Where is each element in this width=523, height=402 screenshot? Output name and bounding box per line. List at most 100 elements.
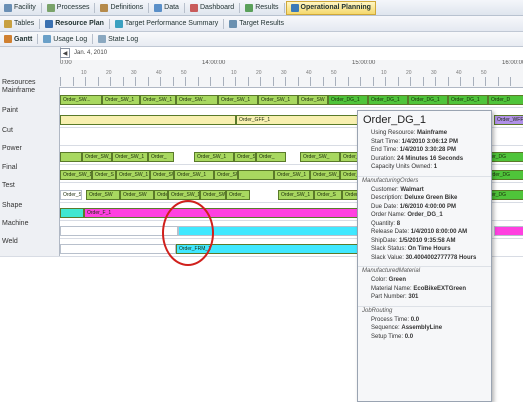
gantt-segment[interactable]: Order_DG_1 — [448, 95, 488, 105]
gantt-segment[interactable]: Order_SW... — [176, 95, 218, 105]
gantt-segment[interactable]: Order_SW_1 — [168, 190, 200, 200]
tooltip-value: 1/4/2010 3:06:12 PM — [402, 139, 458, 145]
subbar-tab-target-results[interactable]: Target Results — [225, 16, 288, 31]
subbar-tab-target-performance-summary[interactable]: Target Performance Summary — [111, 16, 222, 31]
subbar-tab-label: Resource Plan — [55, 20, 104, 27]
tooltip-line: Part Number: 301 — [358, 293, 491, 302]
menubar-tab-processes[interactable]: Processes — [43, 0, 94, 15]
tooltip-line: Description: Deluxe Green Bike — [358, 194, 491, 203]
gantt-segment[interactable]: Order_DG_1 — [328, 95, 368, 105]
gantt-segment[interactable]: Order_ — [148, 152, 174, 162]
axis-tick — [185, 77, 186, 86]
gantt-segment[interactable]: Order_SW_1 — [274, 170, 310, 180]
minute-label: 20 — [106, 70, 112, 76]
gantt-segment[interactable]: Order_SW_1 — [218, 95, 258, 105]
axis-tick — [323, 77, 324, 86]
gantt-segment[interactable]: Order_SW_1 — [258, 95, 298, 105]
gantt-segment[interactable]: Order_SW — [298, 95, 328, 105]
menubar-tab-data[interactable]: Data — [150, 0, 183, 15]
tooltip-value: Mainframe — [417, 130, 447, 136]
minute-label: 50 — [331, 70, 337, 76]
menubar-tab-operational-planning[interactable]: Operational Planning — [286, 1, 376, 15]
date-back-arrow-icon[interactable]: ◀ — [60, 48, 70, 58]
gantt-segment[interactable]: Order_SW_ — [82, 152, 112, 162]
subbar-tab-tables[interactable]: Tables — [0, 16, 38, 31]
gantt-segment[interactable]: Order_SW_1 — [102, 95, 140, 105]
gantt-segment[interactable]: Order_SW... — [60, 95, 102, 105]
tooltip-material-section: Color: GreenMaterial Name: EcoBikeEXTGre… — [358, 276, 491, 302]
gantt-segment[interactable]: Order_SW — [214, 170, 238, 180]
gantt-segment[interactable]: Order_SW_1 — [140, 95, 176, 105]
tooltip-line: ShipDate: 1/5/2010 9:35:58 AM — [358, 237, 491, 246]
gantt-segment[interactable]: Order_SW — [86, 190, 120, 200]
axis-tick — [260, 77, 261, 86]
gantt-segment[interactable] — [60, 115, 236, 125]
axis-tick — [223, 77, 224, 86]
processes-icon — [47, 4, 55, 12]
gantt-segment[interactable]: Order_SW — [200, 190, 226, 200]
tooltip-key: Capacity Units Owned: — [371, 164, 434, 170]
gantt-segment[interactable]: Order_ — [226, 190, 250, 200]
menubar-tab-facility[interactable]: Facility — [0, 0, 40, 15]
gantt-segment[interactable]: Order_SW — [120, 190, 154, 200]
axis-tick — [135, 77, 136, 86]
gantt-segment[interactable]: Order_S — [234, 152, 256, 162]
gantt-segment[interactable]: Order_SW_ — [310, 170, 340, 180]
tooltip-line: Material Name: EcoBikeEXTGreen — [358, 285, 491, 294]
tooltip-value: 30.4004002777778 Hours — [406, 255, 477, 261]
gantt-segment[interactable]: Order_SW — [150, 170, 174, 180]
tooltip-key: Process Time: — [371, 317, 411, 323]
gantt-segment[interactable]: Order_SW_1 — [116, 170, 150, 180]
gantt-segment[interactable]: Order_S — [92, 170, 116, 180]
gantt-segment[interactable]: Order_ — [154, 190, 168, 200]
gantt-segment[interactable] — [60, 152, 82, 162]
gantt-segment[interactable]: Order_F_1 — [84, 208, 364, 218]
minute-label: 50 — [481, 70, 487, 76]
gantt-segment[interactable] — [60, 226, 178, 236]
gantt-segment[interactable]: Order_ — [256, 152, 286, 162]
view-toolbar: GanttUsage LogState Log — [0, 32, 523, 47]
minute-label: 20 — [256, 70, 262, 76]
menubar-tab-label: Results — [255, 4, 278, 11]
viewbar-tab-gantt[interactable]: Gantt — [0, 32, 36, 46]
gantt-segment[interactable]: Order_GFF_1 — [236, 115, 364, 125]
gantt-segment[interactable]: Order_S — [314, 190, 342, 200]
gantt-segment[interactable]: Order_WFF_ — [494, 115, 523, 125]
gantt-segment[interactable]: Order_SW_1 — [174, 170, 214, 180]
gantt-segment[interactable]: Order_SW_ — [300, 152, 340, 162]
dashboard-icon — [190, 4, 198, 12]
gantt-segment[interactable]: Order_SW_1 — [112, 152, 148, 162]
axis-tick — [210, 77, 211, 86]
resources-header-label: Resources — [2, 79, 35, 86]
axis-tick — [448, 77, 449, 86]
operational-planning-icon — [291, 4, 299, 12]
hour-label: 16:00:00 — [502, 60, 523, 66]
menubar-separator — [239, 3, 240, 13]
tooltip-line: Using Resource: Mainframe — [358, 129, 491, 138]
gantt-segment[interactable]: Order_SW_1 — [278, 190, 314, 200]
gantt-segment[interactable]: Order_D — [488, 95, 523, 105]
gantt-segment[interactable]: Order_SW_1 — [60, 170, 92, 180]
axis-tick — [60, 77, 61, 86]
subbar-tab-resource-plan[interactable]: Resource Plan — [41, 16, 108, 31]
axis-tick — [73, 77, 74, 86]
gantt-segment[interactable] — [238, 170, 274, 180]
tooltip-line: Release Date: 1/4/2010 8:00:00 AM — [358, 228, 491, 237]
gantt-segment[interactable]: Order_SW_1 — [194, 152, 234, 162]
viewbar-tab-usage-log[interactable]: Usage Log — [39, 32, 91, 46]
gantt-segment[interactable] — [494, 226, 523, 236]
menubar-tab-definitions[interactable]: Definitions — [96, 0, 147, 15]
viewbar-tab-state-log[interactable]: State Log — [94, 32, 142, 46]
gantt-segment[interactable]: Order_DG_1 — [408, 95, 448, 105]
gantt-segment[interactable]: Order_DG_1 — [368, 95, 408, 105]
hour-label: 15:00:00 — [352, 60, 375, 66]
hour-label: 0:00 — [60, 60, 72, 66]
gantt-segment[interactable] — [60, 208, 84, 218]
tooltip-key: Order Name: — [371, 212, 407, 218]
gantt-segment[interactable] — [60, 244, 176, 254]
menubar-tab-results[interactable]: Results — [241, 0, 282, 15]
menubar-tab-dashboard[interactable]: Dashboard — [186, 0, 238, 15]
date-navigator: ◀ Jan. 4, 2010 — [60, 48, 107, 58]
menubar-separator — [41, 3, 42, 13]
gantt-segment[interactable]: Order_SG — [60, 190, 82, 200]
